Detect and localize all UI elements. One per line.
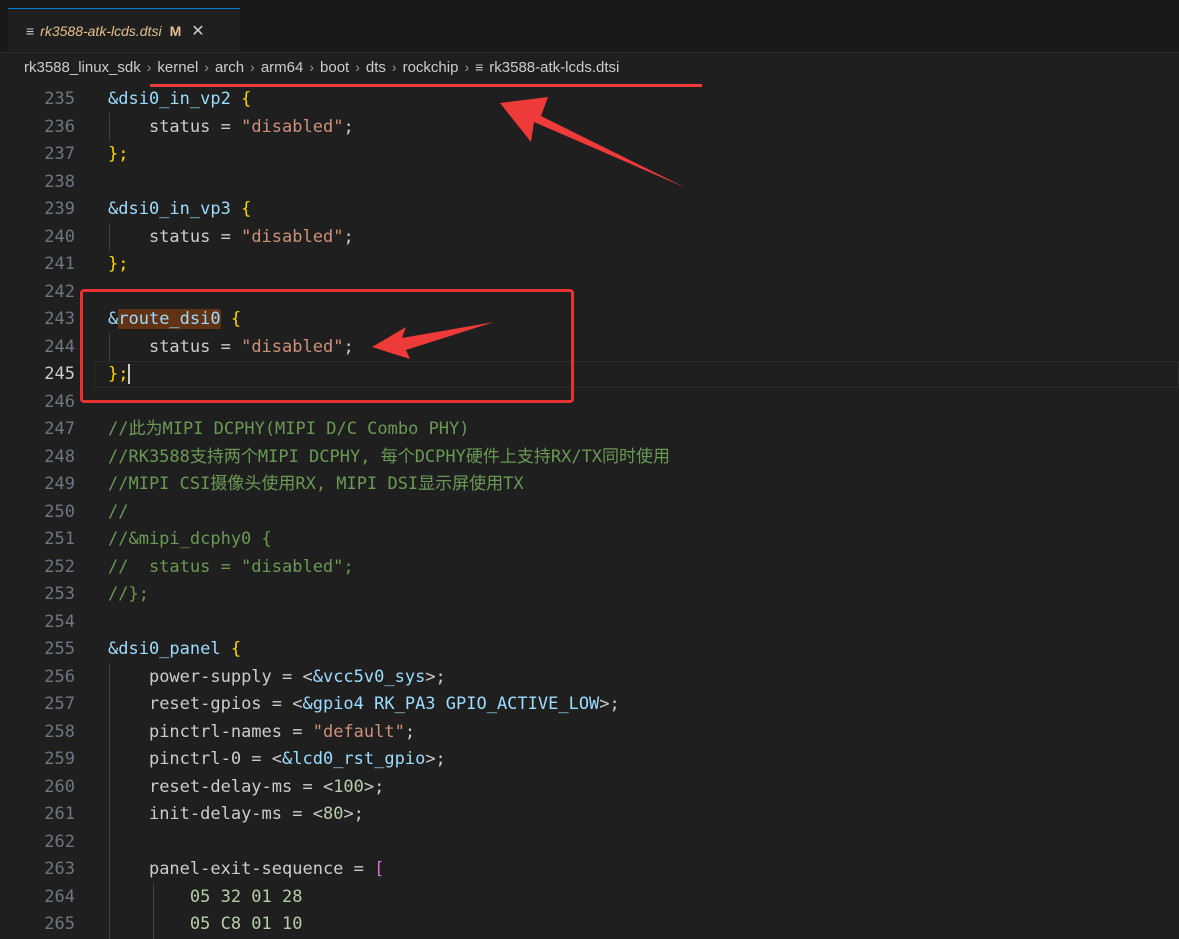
annotation-arrow-breadcrumb bbox=[500, 97, 686, 188]
annotation-arrows bbox=[372, 97, 686, 359]
annotation-arrow-status bbox=[372, 322, 494, 359]
